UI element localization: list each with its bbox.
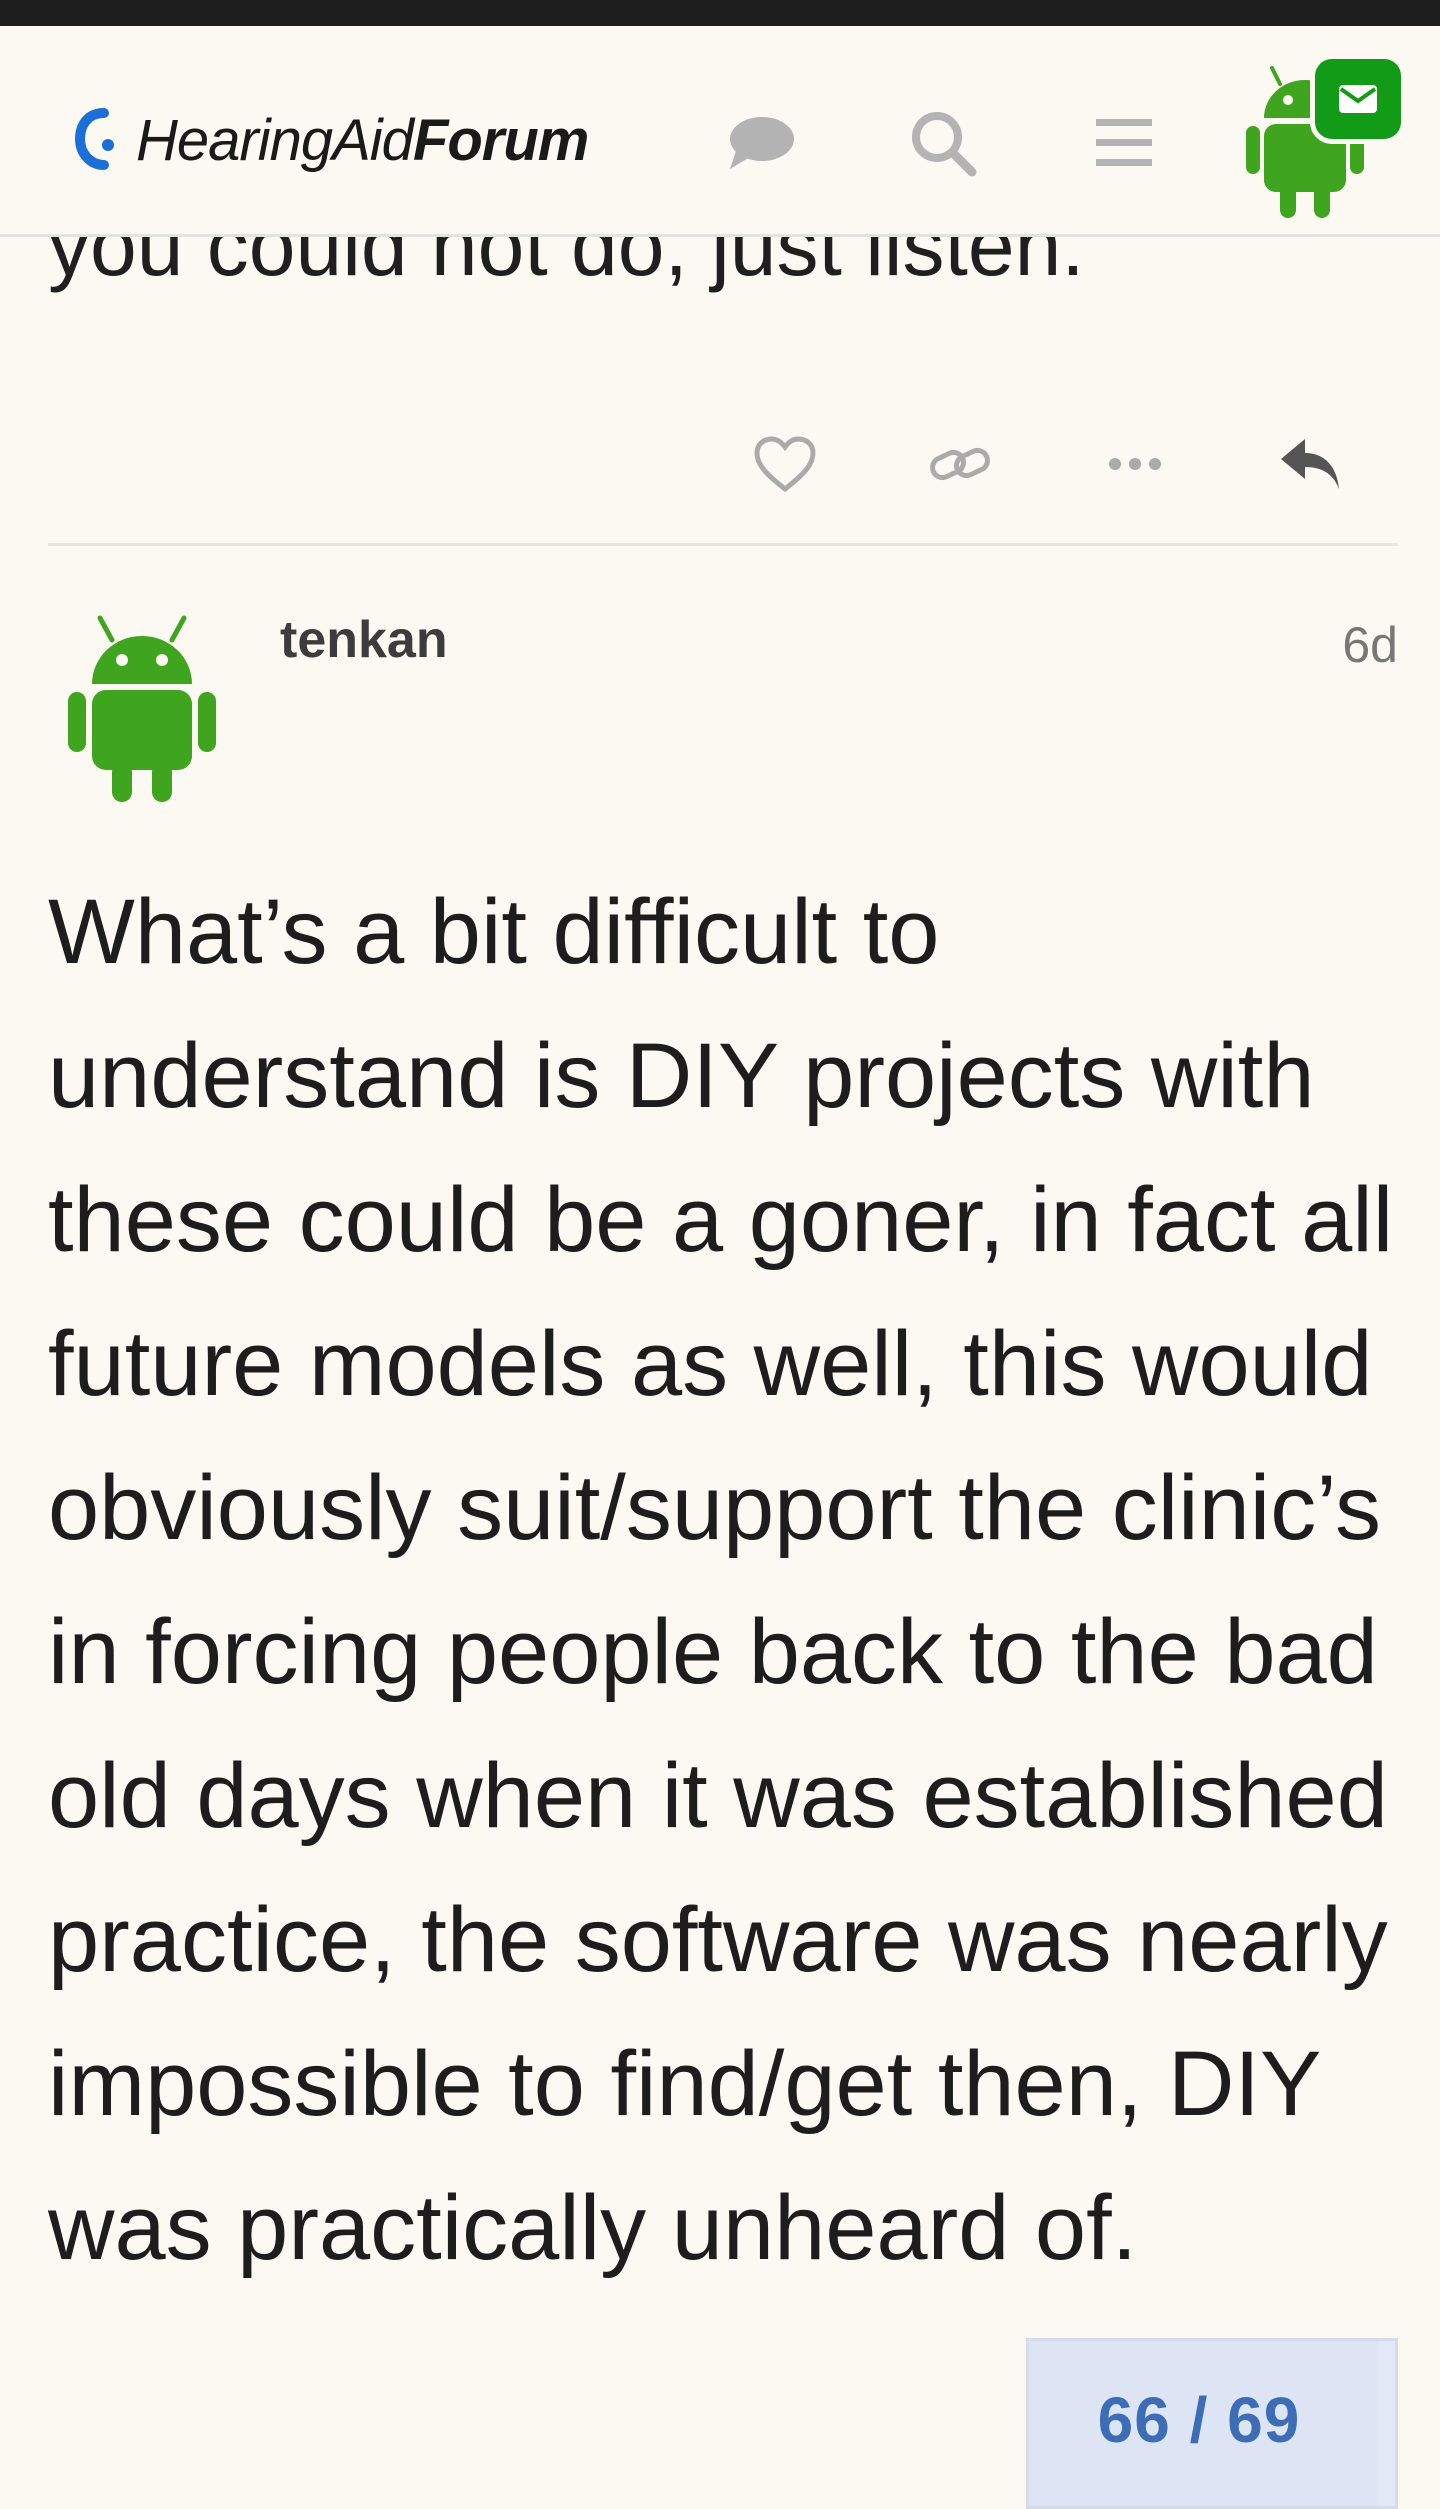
chat-icon xyxy=(730,117,794,169)
site-logo[interactable]: HearingAidForum xyxy=(74,78,589,202)
post-date[interactable]: 6d xyxy=(1342,616,1398,674)
menu-button[interactable] xyxy=(1079,98,1169,188)
logo-text: HearingAidForum xyxy=(136,107,589,174)
notifications-badge[interactable] xyxy=(1310,54,1406,144)
reply-icon xyxy=(1281,439,1339,489)
copy-link-button[interactable] xyxy=(922,426,998,502)
timeline-position-label: 66 / 69 xyxy=(1097,2384,1301,2456)
logo-text-bold: Forum xyxy=(412,107,589,173)
more-actions-button[interactable] xyxy=(1097,426,1173,502)
post-actions xyxy=(0,426,1440,502)
site-header: HearingAidForum xyxy=(0,26,1440,237)
search-button[interactable] xyxy=(898,98,988,188)
post-body: What’s a bit difficult to understand is … xyxy=(48,881,1394,2279)
more-icon xyxy=(1109,458,1161,470)
reply-button[interactable] xyxy=(1272,426,1348,502)
timeline-progress[interactable]: 66 / 69 xyxy=(1026,2338,1398,2509)
like-button[interactable] xyxy=(747,426,823,502)
chat-button[interactable] xyxy=(716,98,806,188)
post-divider xyxy=(48,543,1398,546)
link-icon xyxy=(930,447,990,481)
hamburger-menu-icon xyxy=(1096,119,1152,166)
search-icon xyxy=(912,112,977,177)
heart-icon xyxy=(754,436,816,493)
post-username[interactable]: tenkan xyxy=(280,610,448,670)
mail-icon xyxy=(1339,85,1377,113)
logo-text-light: HearingAid xyxy=(136,107,414,173)
poster-avatar[interactable] xyxy=(62,606,222,806)
status-bar xyxy=(0,0,1440,26)
logo-mark-icon xyxy=(74,108,114,170)
